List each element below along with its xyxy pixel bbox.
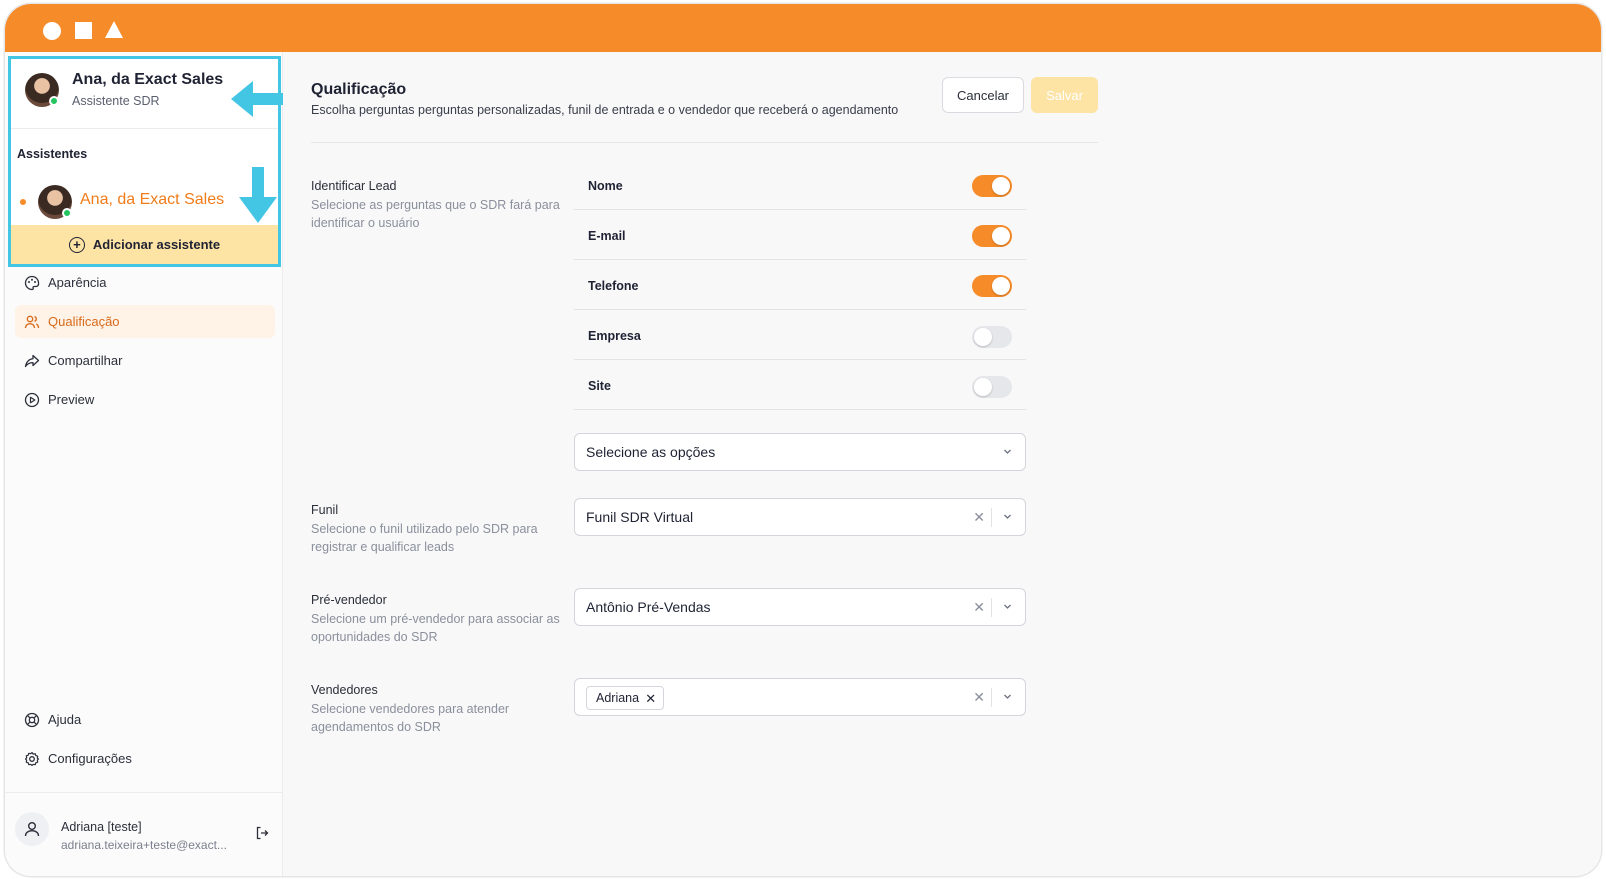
section-desc-funil: Selecione o funil utilizado pelo SDR par… (311, 522, 538, 554)
current-assistant-name: Ana, da Exact Sales (72, 71, 224, 88)
assistant-highlight-box: Ana, da Exact Sales Assistente SDR Assis… (8, 56, 283, 267)
add-assistant-label: Adicionar assistente (92, 237, 221, 252)
field-row-site: Site (574, 360, 1026, 410)
clear-icon[interactable]: ✕ (973, 689, 985, 706)
section-title-funil: Funil (311, 503, 339, 517)
palette-icon (23, 274, 40, 291)
circle-icon (43, 22, 61, 40)
nav-item-qualificacao[interactable]: Qualificação (15, 305, 275, 338)
square-icon (75, 22, 92, 39)
online-status-dot (62, 208, 72, 218)
nav-item-ajuda[interactable]: Ajuda (15, 703, 275, 736)
section-title-identificar: Identificar Lead (311, 179, 397, 193)
cancel-button[interactable]: Cancelar (942, 77, 1024, 113)
logout-icon[interactable] (255, 826, 269, 845)
divider (991, 688, 992, 707)
nav-label: Qualificação (48, 314, 120, 329)
section-title-vendedores: Vendedores (311, 683, 378, 697)
field-label: Site (588, 379, 611, 393)
chevron-down-icon[interactable] (1002, 511, 1013, 522)
play-icon (23, 391, 40, 408)
divider (5, 792, 282, 793)
assistant-list-item[interactable]: Ana, da Exact Sales (11, 173, 278, 228)
toggle-empresa[interactable] (972, 326, 1012, 348)
nav-label: Preview (48, 392, 95, 407)
main-content: Qualificação Escolha perguntas perguntas… (284, 52, 1601, 876)
nav-item-configuracoes[interactable]: Configurações (15, 742, 275, 775)
field-label: E-mail (588, 229, 626, 243)
clear-icon[interactable]: ✕ (973, 509, 985, 526)
triangle-icon (105, 21, 123, 38)
current-assistant-role: Assistente SDR (72, 94, 160, 108)
nav-label: Configurações (48, 751, 132, 766)
field-row-email: E-mail (574, 210, 1026, 260)
assistant-name: Ana, da Exact Sales (80, 191, 225, 208)
plus-circle-icon: + (68, 236, 85, 253)
prevendedor-select[interactable]: Antônio Pré-Vendas ✕ (574, 588, 1026, 626)
section-desc-vendedores: Selecione vendedores para atender agenda… (311, 702, 510, 734)
vendedor-chip: Adriana ✕ (586, 686, 665, 710)
page-title: Qualificação (311, 81, 407, 98)
field-row-nome: Nome (574, 160, 1026, 210)
share-icon (23, 352, 40, 369)
user-email: adriana.teixeira+teste@exact... (61, 838, 227, 852)
chevron-down-icon (1004, 449, 1011, 454)
remove-chip-icon[interactable]: ✕ (645, 691, 656, 707)
toggle-email[interactable] (972, 225, 1012, 247)
add-assistant-button[interactable]: + Adicionar assistente (11, 225, 278, 264)
lifebuoy-icon (23, 711, 40, 728)
field-row-empresa: Empresa (574, 310, 1026, 360)
nav-label: Compartilhar (48, 353, 123, 368)
toggle-nome[interactable] (972, 175, 1012, 197)
user-avatar[interactable] (15, 812, 49, 846)
title-bar (5, 4, 1601, 52)
sidebar: Ana, da Exact Sales Assistente SDR Assis… (5, 52, 283, 876)
options-select[interactable]: Selecione as opções (574, 433, 1026, 471)
section-desc-identificar: Selecione as perguntas que o SDR fará pa… (311, 198, 560, 230)
chevron-down-icon[interactable] (1002, 691, 1013, 702)
current-assistant[interactable]: Ana, da Exact Sales Assistente SDR (11, 59, 283, 129)
online-status-dot (49, 96, 59, 106)
user-name: Adriana [teste] (61, 820, 142, 834)
divider (991, 508, 992, 527)
prevendedor-value: Antônio Pré-Vendas (586, 599, 711, 615)
arrow-down-icon (239, 167, 277, 223)
nav-item-preview[interactable]: Preview (15, 383, 275, 416)
arrow-left-icon (231, 81, 283, 117)
nav-item-aparencia[interactable]: Aparência (15, 266, 275, 299)
assistants-heading: Assistentes (17, 147, 88, 161)
toggle-telefone[interactable] (972, 275, 1012, 297)
nav-label: Ajuda (48, 712, 82, 727)
chevron-down-icon[interactable] (1002, 601, 1013, 612)
divider (991, 598, 992, 617)
funil-select[interactable]: Funil SDR Virtual ✕ (574, 498, 1026, 536)
divider (311, 142, 1098, 143)
vendedores-select[interactable]: Adriana ✕ ✕ (574, 678, 1026, 716)
users-icon (23, 313, 40, 330)
clear-icon[interactable]: ✕ (973, 599, 985, 616)
user-icon (24, 822, 40, 837)
section-title-prevendedor: Pré-vendedor (311, 593, 387, 607)
nav-label: Aparência (48, 275, 107, 290)
section-desc-prevendedor: Selecione um pré-vendedor para associar … (311, 612, 560, 644)
options-placeholder: Selecione as opções (586, 444, 716, 460)
field-label: Nome (588, 179, 623, 193)
app-window: Ana, da Exact Sales Assistente SDR Assis… (5, 4, 1601, 876)
funil-value: Funil SDR Virtual (586, 509, 694, 525)
save-button[interactable]: Salvar (1031, 77, 1098, 113)
active-bullet (20, 199, 26, 205)
field-row-telefone: Telefone (574, 260, 1026, 310)
chip-label: Adriana (596, 691, 640, 705)
toggle-site[interactable] (972, 376, 1012, 398)
field-label: Telefone (588, 279, 639, 293)
page-subtitle: Escolha perguntas perguntas personalizad… (311, 103, 899, 117)
nav-item-compartilhar[interactable]: Compartilhar (15, 344, 275, 377)
gear-icon (23, 750, 40, 767)
field-label: Empresa (588, 329, 641, 343)
